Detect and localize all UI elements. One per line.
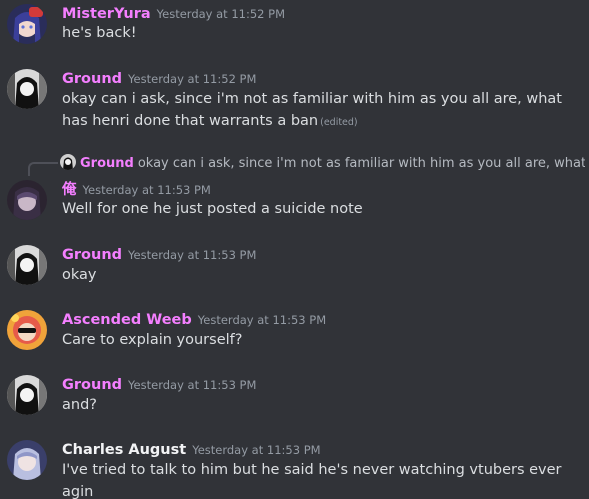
username[interactable]: Ground bbox=[62, 377, 122, 393]
username[interactable]: Ascended Weeb bbox=[62, 312, 192, 328]
message-header: 俺 Yesterday at 11:53 PM bbox=[62, 178, 211, 199]
message-header: Ascended Weeb Yesterday at 11:53 PM bbox=[62, 309, 326, 328]
username[interactable]: Ground bbox=[62, 247, 122, 263]
timestamp: Yesterday at 11:52 PM bbox=[128, 72, 257, 86]
message-text: I've tried to talk to him but he said he… bbox=[62, 462, 562, 499]
message-text: he's back! bbox=[62, 25, 137, 41]
avatar[interactable] bbox=[7, 180, 47, 220]
message-text: Well for one he just posted a suicide no… bbox=[62, 201, 363, 217]
message-header: Ground Yesterday at 11:53 PM bbox=[62, 244, 256, 263]
avatar[interactable] bbox=[7, 310, 47, 350]
reply-avatar bbox=[60, 154, 76, 170]
edited-label: (edited) bbox=[320, 117, 358, 128]
message-header: Ground Yesterday at 11:53 PM bbox=[62, 374, 256, 393]
username[interactable]: Charles August bbox=[62, 442, 186, 458]
message-header: Ground Yesterday at 11:52 PM bbox=[62, 68, 256, 87]
avatar[interactable] bbox=[7, 4, 47, 44]
username[interactable]: 俺 bbox=[62, 182, 77, 198]
timestamp: Yesterday at 11:53 PM bbox=[192, 443, 321, 457]
message-body: okay can i ask, since i'm not as familia… bbox=[62, 91, 562, 129]
message-text: Care to explain yourself? bbox=[62, 332, 243, 348]
avatar[interactable] bbox=[7, 440, 47, 480]
avatar[interactable] bbox=[7, 245, 47, 285]
reply-author[interactable]: Ground bbox=[80, 156, 134, 171]
message-list: MisterYura Yesterday at 11:52 PM he's bac… bbox=[0, 0, 589, 499]
message-text: and? bbox=[62, 397, 97, 413]
username[interactable]: Ground bbox=[62, 71, 122, 87]
message-header: Charles August Yesterday at 11:53 PM bbox=[62, 439, 321, 458]
timestamp: Yesterday at 11:53 PM bbox=[128, 248, 257, 262]
avatar[interactable] bbox=[7, 375, 47, 415]
timestamp: Yesterday at 11:53 PM bbox=[128, 378, 257, 392]
message-text: okay bbox=[62, 267, 97, 283]
avatar[interactable] bbox=[7, 69, 47, 109]
timestamp: Yesterday at 11:53 PM bbox=[82, 183, 211, 197]
timestamp: Yesterday at 11:52 PM bbox=[156, 7, 286, 21]
reply-text: okay can i ask, since i'm not as familia… bbox=[137, 156, 585, 171]
timestamp: Yesterday at 11:53 PM bbox=[197, 313, 327, 327]
message-text: okay can i ask, since i'm not as familia… bbox=[62, 88, 581, 134]
reply-spine bbox=[28, 162, 58, 176]
reply-preview[interactable]: Ground okay can i ask, since i'm not as f… bbox=[60, 154, 585, 172]
username[interactable]: MisterYura bbox=[62, 6, 151, 22]
message-header: MisterYura Yesterday at 11:52 PM bbox=[62, 3, 285, 22]
